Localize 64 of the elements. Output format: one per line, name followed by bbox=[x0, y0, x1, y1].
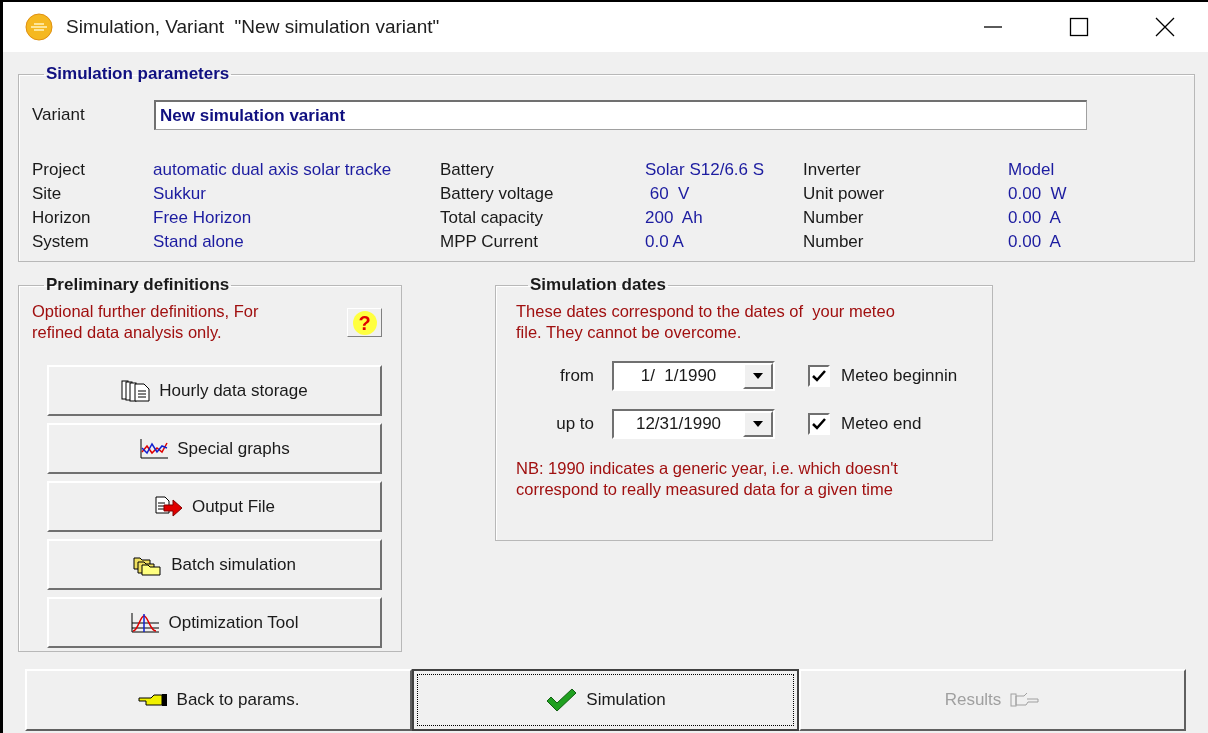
info-label: Number bbox=[803, 207, 865, 229]
minimize-icon bbox=[983, 26, 1003, 28]
info-label: Horizon bbox=[32, 207, 92, 229]
date-label: up to bbox=[555, 414, 594, 434]
checkbox-label: Meteo end bbox=[841, 414, 922, 434]
info-label: Battery bbox=[440, 159, 495, 181]
info-label: Battery voltage bbox=[440, 183, 555, 205]
info-value: 0.0 A bbox=[645, 231, 685, 253]
optimization-chart-icon bbox=[130, 611, 161, 634]
info-note: Optional further definitions, For refined data analysis only. bbox=[32, 301, 259, 343]
info-label: Unit power bbox=[803, 183, 886, 205]
footnote: NB: 1990 indicates a generic year, i.e. which doesn't correspond to really measured data for a given time bbox=[516, 458, 899, 500]
variant-field[interactable]: New simulation variant bbox=[154, 100, 1087, 130]
panel-title: Simulation dates bbox=[529, 275, 668, 295]
date-dropdown[interactable]: 12/31/1990 bbox=[612, 409, 775, 439]
info-value: automatic dual axis solar tracke bbox=[153, 159, 393, 181]
file-arrow-icon bbox=[153, 495, 184, 518]
dropdown-arrow-icon bbox=[753, 421, 763, 427]
info-label: Inverter bbox=[803, 159, 862, 181]
variant-label: Variant bbox=[32, 105, 86, 125]
close-icon bbox=[1155, 17, 1175, 37]
info-value: Model bbox=[1008, 159, 1056, 181]
checkmark-icon bbox=[812, 370, 826, 382]
info-value: Stand alone bbox=[153, 231, 245, 253]
definition-button[interactable]: Optimization Tool bbox=[47, 597, 382, 648]
info-label: Total capacity bbox=[440, 207, 544, 229]
info-note: These dates correspond to the dates of your meteo file. They cannot be overcome. bbox=[516, 301, 896, 343]
info-label: Site bbox=[32, 183, 63, 205]
info-value: 0.00 W bbox=[1008, 183, 1068, 205]
info-value: 0.00 A bbox=[1008, 231, 1062, 253]
nav-button[interactable]: Simulation bbox=[412, 669, 799, 731]
info-value: 200 Ah bbox=[645, 207, 704, 229]
info-value: 60 V bbox=[648, 183, 691, 205]
info-label: Number bbox=[803, 231, 865, 253]
nav-button[interactable]: Back to params. bbox=[25, 669, 412, 731]
date-dropdown[interactable]: 1/ 1/1990 bbox=[612, 361, 775, 391]
info-value: Solar S12/6.6 S bbox=[645, 159, 766, 181]
info-value: 0.00 A bbox=[1008, 207, 1062, 229]
definition-button[interactable]: Hourly data storage bbox=[47, 365, 382, 416]
date-label: from bbox=[559, 366, 594, 386]
info-label: Project bbox=[32, 159, 86, 181]
checkmark-icon bbox=[812, 418, 826, 430]
sun-logo-icon bbox=[24, 12, 54, 42]
checkmark-icon bbox=[545, 688, 578, 712]
checkbox[interactable] bbox=[808, 413, 830, 435]
checkbox-label: Meteo beginnin bbox=[841, 366, 958, 386]
definition-button[interactable]: Output File bbox=[47, 481, 382, 532]
help-button[interactable]: ? bbox=[347, 308, 382, 337]
definition-button[interactable]: Batch simulation bbox=[47, 539, 382, 590]
checkbox[interactable] bbox=[808, 365, 830, 387]
panel-title: Preliminary definitions bbox=[45, 275, 231, 295]
pointing-hand-icon bbox=[137, 692, 168, 708]
maximize-icon bbox=[1069, 17, 1089, 37]
info-label: System bbox=[32, 231, 90, 253]
info-value: Free Horizon bbox=[153, 207, 253, 229]
document-stack-icon bbox=[121, 379, 152, 402]
panel-title: Simulation parameters bbox=[45, 64, 231, 84]
line-graph-icon bbox=[139, 437, 170, 460]
window-title: Simulation, Variant "New simulation variant" bbox=[66, 16, 441, 38]
pointing-hand-icon bbox=[1010, 692, 1041, 708]
info-label: MPP Current bbox=[440, 231, 539, 253]
dropdown-arrow-icon bbox=[753, 373, 763, 379]
info-value: Sukkur bbox=[153, 183, 207, 205]
definition-button[interactable]: Special graphs bbox=[47, 423, 382, 474]
